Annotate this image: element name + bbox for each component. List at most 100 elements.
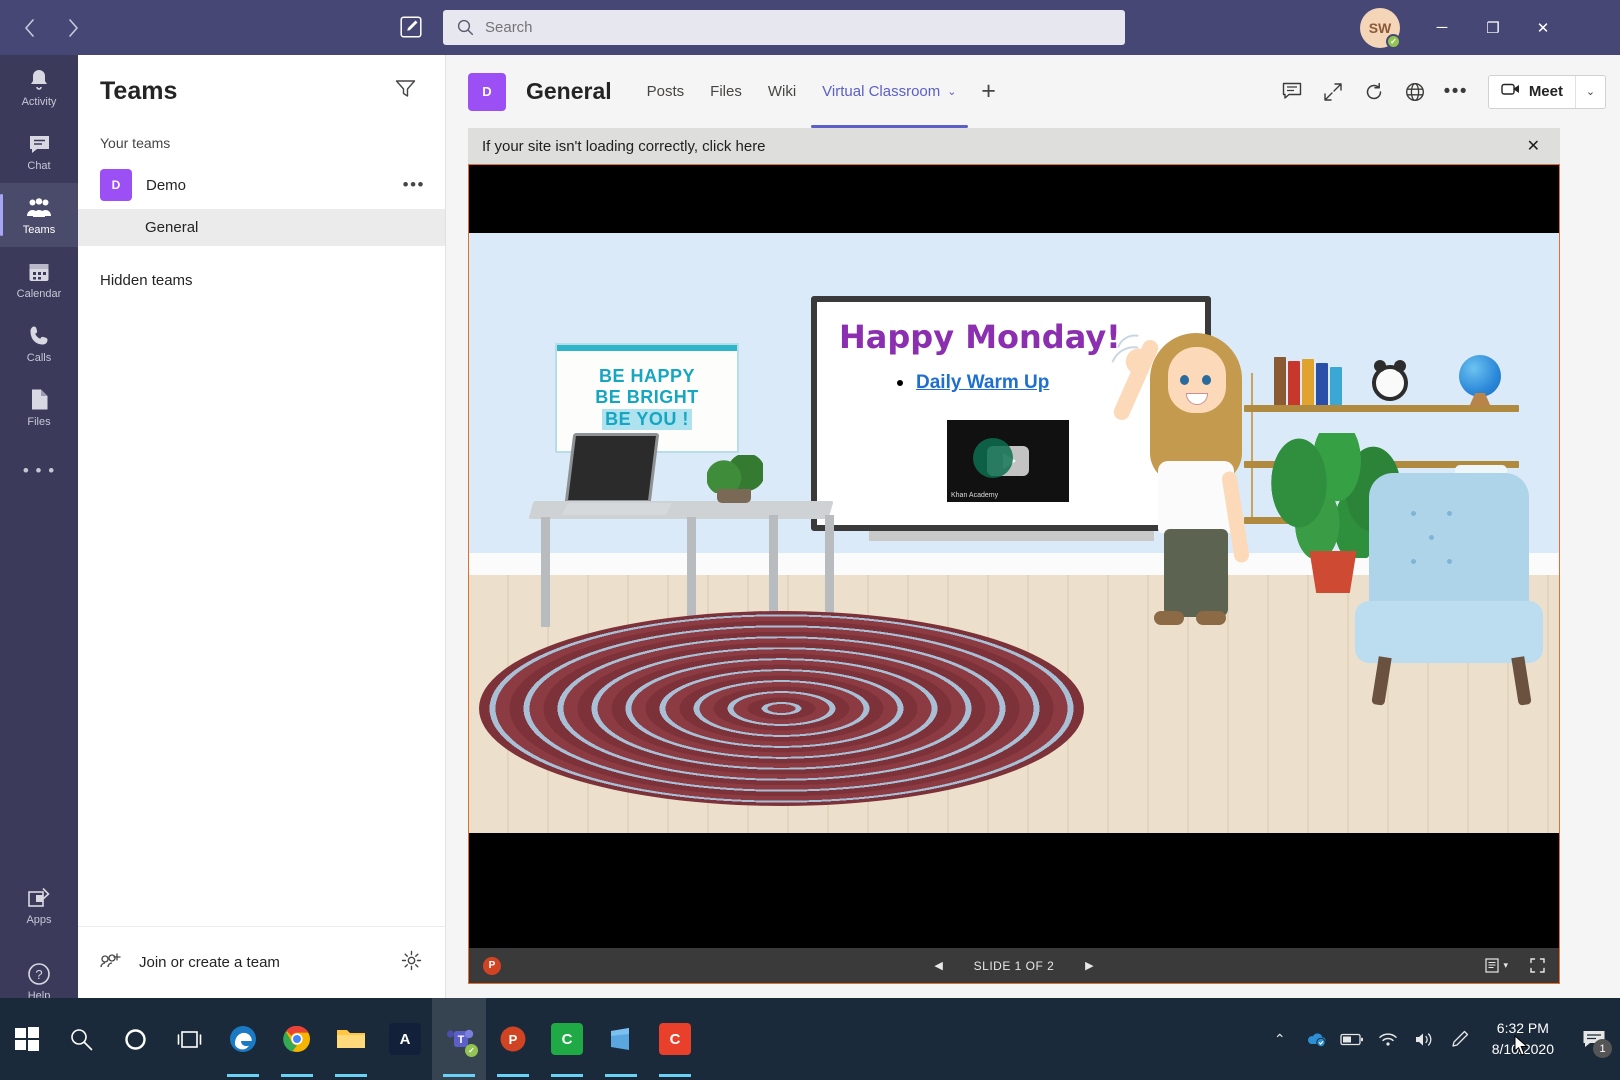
area-rug (479, 611, 1084, 806)
meet-main[interactable]: Meet (1489, 76, 1575, 108)
tab-label: Posts (646, 83, 685, 100)
notification-icon[interactable]: 1 (1568, 998, 1620, 1080)
tab-label: Wiki (767, 83, 797, 100)
avatar[interactable]: SW ✓ (1360, 8, 1401, 49)
taskbar-app-edge[interactable] (216, 998, 270, 1080)
rail-item-chat[interactable]: Chat (0, 119, 78, 183)
mouse-cursor (1514, 1035, 1529, 1056)
refresh-icon[interactable] (1355, 73, 1393, 111)
search-input[interactable] (485, 19, 1085, 36)
search-bar[interactable] (443, 10, 1125, 45)
join-or-create-team-button[interactable]: Join or create a team (100, 951, 401, 974)
calendar-icon (28, 259, 50, 285)
rail-item-apps[interactable]: Apps (0, 873, 78, 937)
notice-text[interactable]: If your site isn't loading correctly, cl… (482, 138, 1519, 155)
taskbar-app-powerpoint[interactable]: P (486, 998, 540, 1080)
teacher-bitmoji (1103, 311, 1274, 641)
daily-warm-up-link[interactable]: Daily Warm Up (916, 372, 1049, 394)
task-view-icon[interactable] (162, 998, 216, 1080)
tab-virtual-classroom[interactable]: Virtual Classroom ⌄ (809, 55, 969, 128)
desk-leg (825, 515, 834, 625)
filter-icon[interactable] (390, 74, 421, 108)
tab-wiki[interactable]: Wiki (755, 55, 809, 128)
notes-chevron-icon: ▾ (1503, 960, 1508, 970)
svg-text:?: ? (35, 967, 42, 982)
channel-name: General (145, 219, 199, 236)
teams-panel: Teams Your teams D Demo ••• General Hidd… (78, 55, 446, 998)
hidden-teams-label[interactable]: Hidden teams (78, 246, 445, 289)
svg-text:T: T (458, 1034, 465, 1046)
teacher-mouth (1186, 393, 1208, 405)
globe-icon[interactable] (1396, 73, 1434, 111)
desk-leg (769, 515, 778, 625)
windows-start-icon[interactable] (0, 998, 54, 1080)
close-button[interactable]: ✕ (1518, 0, 1568, 55)
battery-icon[interactable] (1334, 998, 1370, 1080)
tab-files[interactable]: Files (697, 55, 755, 128)
taskbar-app-anaconda[interactable]: A (378, 998, 432, 1080)
channel-row-general[interactable]: General (78, 209, 445, 246)
meet-dropdown-chevron-icon[interactable]: ⌄ (1575, 75, 1605, 108)
taskbar-search-icon[interactable] (54, 998, 108, 1080)
taskbar-app-file-explorer[interactable] (324, 998, 378, 1080)
previous-slide-button[interactable]: ◀ (926, 955, 952, 977)
bell-icon (28, 67, 50, 93)
team-row-demo[interactable]: D Demo ••• (78, 161, 445, 209)
taskbar-app-microsoft-store[interactable] (594, 998, 648, 1080)
volume-icon[interactable] (1406, 998, 1442, 1080)
desk-leg (687, 517, 696, 627)
close-icon[interactable]: ✕ (1519, 132, 1548, 160)
tab-label: Files (710, 83, 742, 100)
whiteboard-stand (869, 531, 1154, 541)
back-arrow-icon[interactable] (12, 11, 46, 45)
wifi-icon[interactable] (1370, 998, 1406, 1080)
poster-line-3: BE YOU ! (602, 408, 692, 430)
taskbar-app-chrome[interactable] (270, 998, 324, 1080)
slide-canvas[interactable]: BE HAPPY BE BRIGHT BE YOU ! Happy Monday… (469, 233, 1559, 833)
expand-icon[interactable] (1314, 73, 1352, 111)
tab-posts[interactable]: Posts (634, 55, 698, 128)
conversation-icon[interactable] (1273, 73, 1311, 111)
compose-icon[interactable] (393, 10, 429, 44)
taskbar-app-green-app[interactable]: C (540, 998, 594, 1080)
rail-item-more[interactable]: • • • (0, 439, 78, 503)
desk-leg (541, 517, 550, 627)
rail-item-calendar[interactable]: Calendar (0, 247, 78, 311)
minimize-button[interactable]: ─ (1417, 0, 1467, 55)
onedrive-icon[interactable] (1298, 998, 1334, 1080)
maximize-button[interactable]: ❐ (1468, 0, 1518, 55)
tray-chevron-icon[interactable]: ⌃ (1262, 998, 1298, 1080)
more-options-icon[interactable]: ••• (1437, 73, 1475, 111)
pen-icon[interactable] (1442, 998, 1478, 1080)
rail-item-teams[interactable]: Teams (0, 183, 78, 247)
camera-icon (1501, 82, 1521, 101)
teams-icon (26, 195, 52, 221)
add-tab-button[interactable]: + (970, 55, 1008, 128)
notes-icon[interactable]: ▾ (1485, 958, 1508, 973)
rail-label: Teams (22, 223, 56, 236)
team-more-options-icon[interactable]: ••• (403, 175, 425, 195)
channel-team-avatar: D (468, 72, 506, 111)
rail-item-files[interactable]: Files (0, 375, 78, 439)
slide-navigation-bar: P ◀ SLIDE 1 OF 2 ▶ ▾ (469, 948, 1559, 983)
meet-button[interactable]: Meet ⌄ (1487, 74, 1606, 109)
poster-top-bar (557, 345, 737, 351)
rail-item-activity[interactable]: Activity (0, 55, 78, 119)
title-bar: SW ✓ ─ ❐ ✕ (0, 0, 1620, 55)
taskbar-app-microsoft-teams[interactable]: T ✓ (432, 998, 486, 1080)
forward-arrow-icon[interactable] (56, 11, 90, 45)
cortana-icon[interactable] (108, 998, 162, 1080)
next-slide-button[interactable]: ▶ (1076, 955, 1102, 977)
tab-label: Virtual Classroom (822, 83, 941, 100)
fullscreen-icon[interactable] (1530, 958, 1545, 973)
main-content: D General Posts Files Wiki Virtual Class… (446, 55, 1620, 1056)
windows-taskbar: A T ✓ P C C ⌃ 6:32 PM 8/10/2020 1 (0, 998, 1620, 1080)
video-thumbnail[interactable]: Khan Academy (947, 420, 1069, 502)
taskbar-app-red-app[interactable]: C (648, 998, 702, 1080)
teacher-eye (1202, 375, 1211, 385)
app-rail: Activity Chat Teams Calendar Calls Files… (0, 55, 78, 1002)
rail-item-calls[interactable]: Calls (0, 311, 78, 375)
rail-label: Files (27, 415, 51, 428)
navigation-arrows (12, 11, 90, 45)
gear-icon[interactable] (401, 950, 422, 976)
